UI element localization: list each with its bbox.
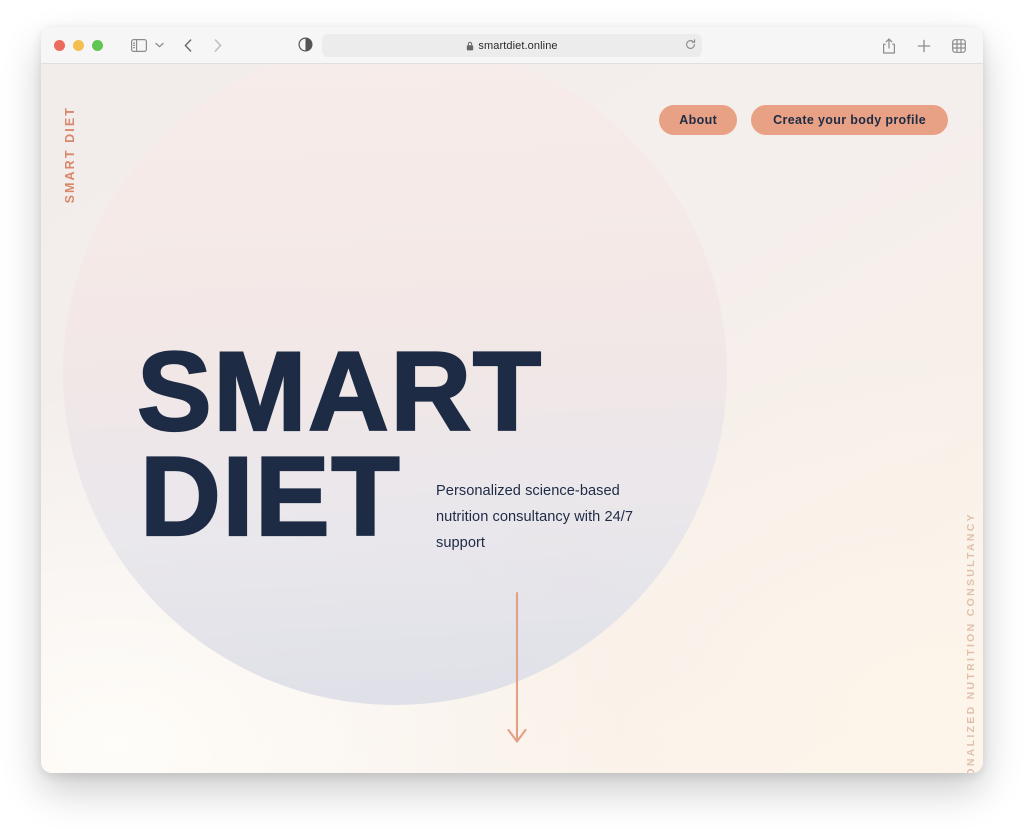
forward-chevron-icon[interactable]: [206, 33, 230, 57]
chevron-down-icon[interactable]: [152, 33, 166, 57]
hero-subtitle: Personalized science-based nutrition con…: [436, 483, 634, 551]
hero-section: SMART DIET Personalized science-based nu…: [41, 64, 983, 773]
browser-toolbar: smartdiet.online: [41, 27, 983, 64]
page-title-line-2: DIET: [139, 434, 402, 559]
page-viewport: SMART DIET PERSONALIZED NUTRITION CONSUL…: [41, 64, 983, 773]
new-tab-icon[interactable]: [912, 34, 936, 58]
close-button[interactable]: [54, 39, 65, 51]
toolbar-left-controls: [103, 33, 230, 57]
address-bar[interactable]: smartdiet.online: [322, 34, 702, 57]
address-bar-container: smartdiet.online: [298, 34, 702, 57]
arrow-down-icon[interactable]: [504, 591, 530, 749]
back-chevron-icon[interactable]: [176, 33, 200, 57]
tab-overview-icon[interactable]: [947, 34, 971, 58]
url-text: smartdiet.online: [478, 39, 558, 52]
minimize-button[interactable]: [73, 39, 84, 51]
traffic-lights: [54, 39, 103, 51]
page-title-line-1: SMART: [136, 329, 543, 454]
zoom-button[interactable]: [92, 39, 103, 51]
reload-icon[interactable]: [685, 37, 696, 55]
reader-mode-icon[interactable]: [298, 37, 315, 54]
sidebar-toggle-icon[interactable]: [127, 33, 151, 57]
share-icon[interactable]: [877, 34, 901, 58]
toolbar-right-controls: [877, 27, 971, 64]
lock-icon: [466, 41, 474, 51]
browser-window: smartdiet.online SMART DIET PERSONALIZED…: [41, 27, 983, 773]
